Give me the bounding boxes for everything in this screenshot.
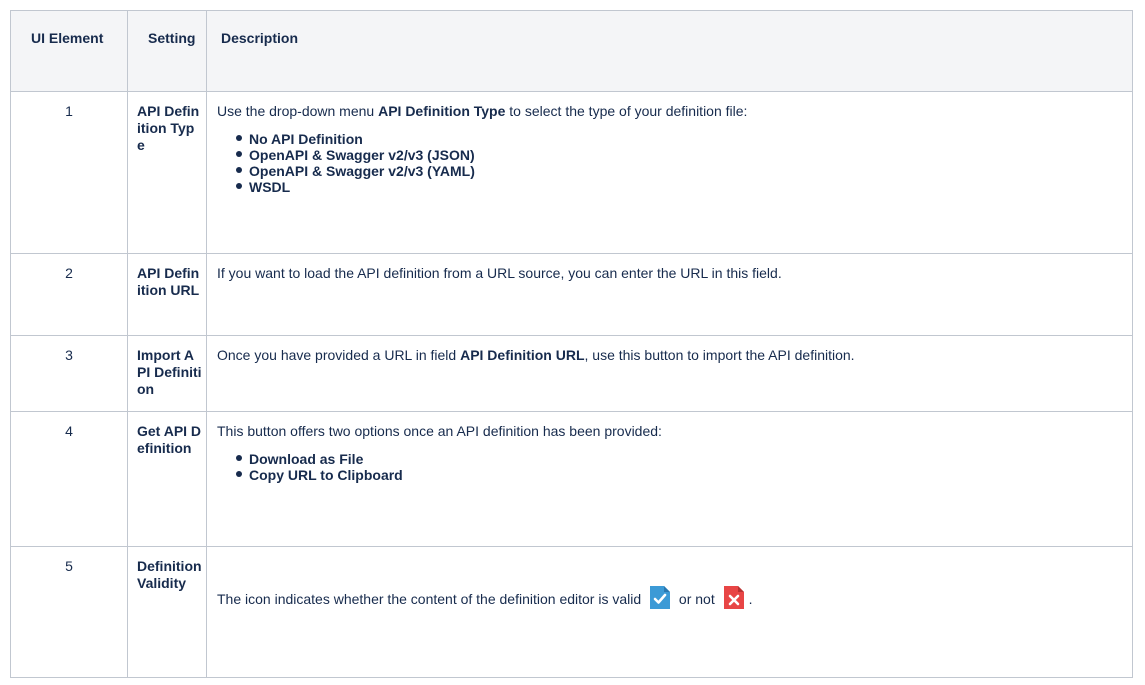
description-text: If you want to load the API definition f… [217,265,782,281]
list-item: Copy URL to Clipboard [236,467,1122,483]
row-description: The icon indicates whether the content o… [206,546,1133,678]
table-row: 1 API Definition Type Use the drop-down … [10,91,1133,254]
settings-table: UI Element Setting Description 1 API Def… [10,10,1133,678]
row-description: Use the drop-down menu API Definition Ty… [206,91,1133,254]
description-text: Use the drop-down menu API Definition Ty… [217,103,748,119]
file-valid-icon [650,586,671,609]
row-setting: Import API Definition [127,335,207,412]
row-number: 2 [10,253,128,336]
table-row: 5 Definition Validity The icon indicates… [10,546,1133,678]
description-text: Once you have provided a URL in field AP… [217,347,855,363]
row-setting: API Definition URL [127,253,207,336]
table-row: 2 API Definition URL If you want to load… [10,253,1133,336]
row-number: 5 [10,546,128,678]
row-setting: API Definition Type [127,91,207,254]
table-row: 4 Get API Definition This button offers … [10,411,1133,547]
list-item: OpenAPI & Swagger v2/v3 (JSON) [236,147,1122,163]
row-description: Once you have provided a URL in field AP… [206,335,1133,412]
file-invalid-icon [723,586,744,609]
option-list: No API Definition OpenAPI & Swagger v2/v… [217,131,1122,195]
list-item: OpenAPI & Swagger v2/v3 (YAML) [236,163,1122,179]
header-description: Description [206,10,1133,92]
description-text: The icon indicates whether the content o… [217,558,1122,610]
header-setting: Setting [127,10,207,92]
row-number: 1 [10,91,128,254]
table-header-row: UI Element Setting Description [10,10,1133,92]
row-description: This button offers two options once an A… [206,411,1133,547]
list-item: WSDL [236,179,1122,195]
header-ui-element: UI Element [10,10,128,92]
row-description: If you want to load the API definition f… [206,253,1133,336]
description-text: This button offers two options once an A… [217,423,662,439]
row-setting: Get API Definition [127,411,207,547]
documentation-table-wrapper: UI Element Setting Description 1 API Def… [10,10,1133,678]
option-list: Download as File Copy URL to Clipboard [217,451,1122,483]
table-row: 3 Import API Definition Once you have pr… [10,335,1133,412]
list-item: Download as File [236,451,1122,467]
row-setting: Definition Validity [127,546,207,678]
list-item: No API Definition [236,131,1122,147]
row-number: 4 [10,411,128,547]
row-number: 3 [10,335,128,412]
